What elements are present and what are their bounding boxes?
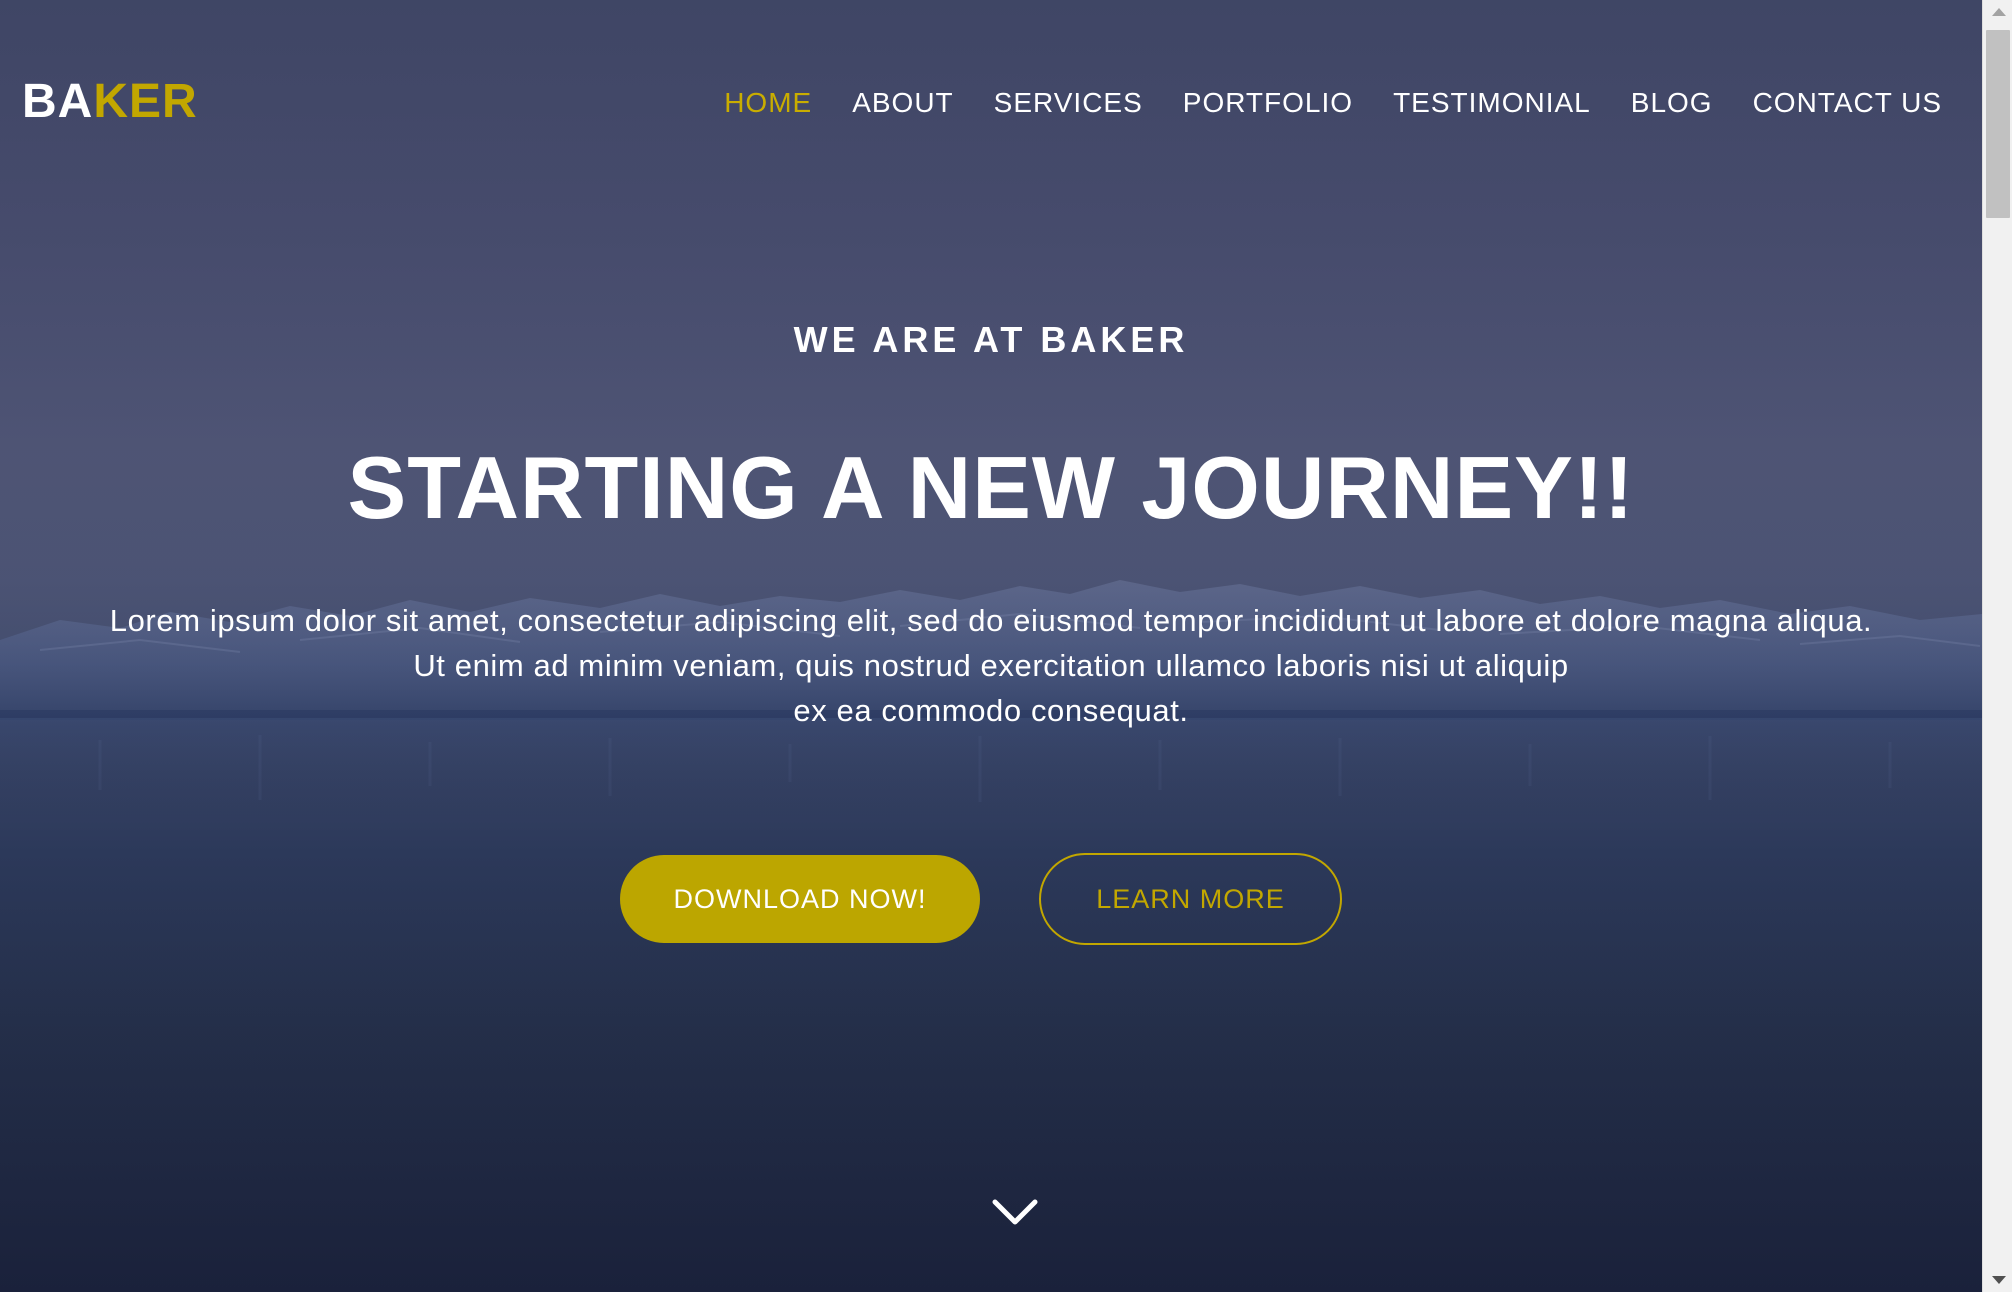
chevron-down-icon[interactable] <box>991 1196 1039 1228</box>
hero-lead-line: Lorem ipsum dolor sit amet, consectetur … <box>109 603 1873 638</box>
download-now-button[interactable]: DOWNLOAD NOW! <box>620 855 980 943</box>
brand-logo[interactable]: BAKER <box>22 72 198 132</box>
nav-item-contact-us[interactable]: CONTACT US <box>1753 84 1942 122</box>
nav-item-portfolio[interactable]: PORTFOLIO <box>1183 84 1353 122</box>
nav-item-blog[interactable]: BLOG <box>1631 84 1713 122</box>
hero-lead-line: Ut enim ad minim veniam, quis nostrud ex… <box>413 648 1569 683</box>
page: BAKER HOME ABOUT SERVICES PORTFOLIO TEST… <box>0 0 2012 1292</box>
logo-text-accent: KER <box>93 75 198 128</box>
logo-text-primary: BA <box>22 75 94 128</box>
nav-item-home[interactable]: HOME <box>724 84 812 122</box>
vertical-scrollbar[interactable] <box>1982 0 2012 1292</box>
hero-lead-text: Lorem ipsum dolor sit amet, consectetur … <box>0 598 1982 733</box>
main-nav: HOME ABOUT SERVICES PORTFOLIO TESTIMONIA… <box>684 84 1942 122</box>
nav-item-services[interactable]: SERVICES <box>994 84 1143 122</box>
scroll-up-arrow-icon[interactable] <box>1992 8 2006 16</box>
learn-more-button[interactable]: LEARN MORE <box>1039 853 1342 945</box>
scrollbar-thumb[interactable] <box>1986 30 2010 218</box>
nav-item-about[interactable]: ABOUT <box>852 84 953 122</box>
nav-item-testimonial[interactable]: TESTIMONIAL <box>1393 84 1591 122</box>
hero-eyebrow: WE ARE AT BAKER <box>793 319 1189 360</box>
hero-headline: STARTING A NEW JOURNEY!! <box>347 438 1635 537</box>
scroll-down-arrow-icon[interactable] <box>1992 1276 2006 1284</box>
hero-lead-line: ex ea commodo consequat. <box>793 693 1189 728</box>
